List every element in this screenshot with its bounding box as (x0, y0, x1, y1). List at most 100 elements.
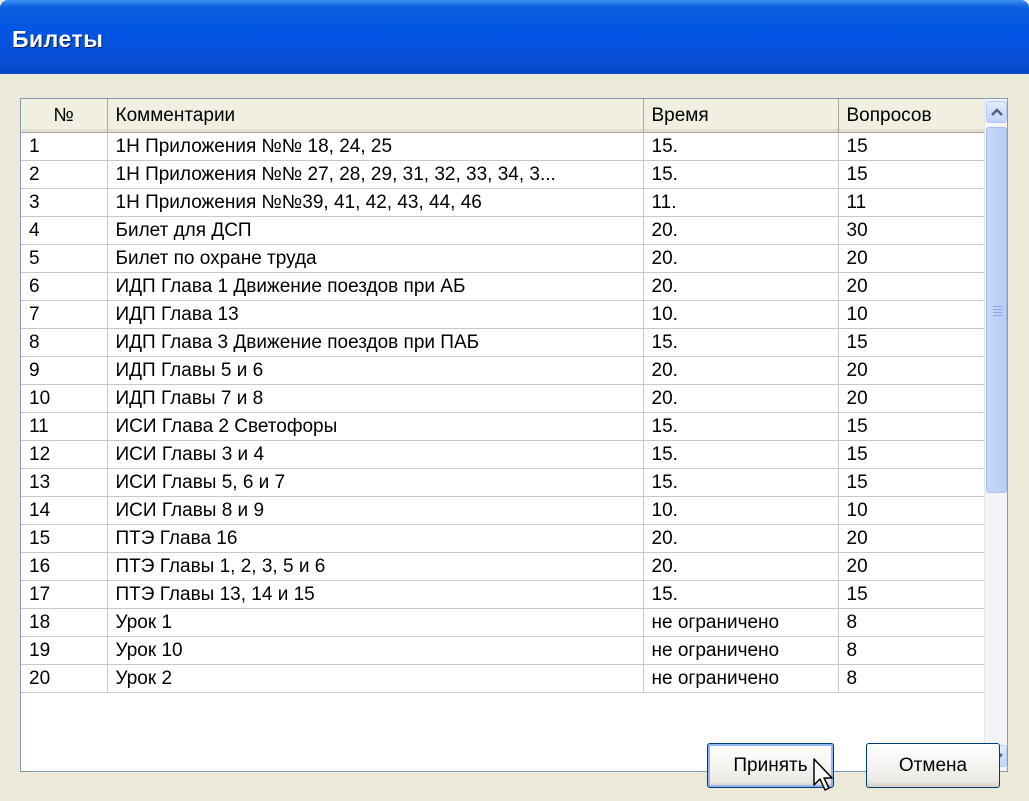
cell-comment: ПТЭ Главы 13, 14 и 15 (106, 580, 644, 609)
table-row[interactable]: 1 1Н Приложения №№ 18, 24, 25 15. 15 (21, 132, 985, 161)
cell-number: 4 (21, 216, 108, 245)
cell-questions: 15 (837, 440, 985, 469)
tickets-dialog: Билеты № Комментарии Время Вопросов 1 1Н … (0, 0, 1029, 801)
cell-number: 6 (21, 272, 108, 301)
cell-time: 10. (642, 300, 839, 329)
tickets-table: № Комментарии Время Вопросов 1 1Н Приложе… (21, 99, 985, 693)
table-row[interactable]: 8 ИДП Глава 3 Движение поездов при ПАБ 15.… (21, 328, 985, 357)
table-row[interactable]: 7 ИДП Глава 13 10. 10 (21, 300, 985, 329)
cell-number: 11 (21, 412, 108, 441)
column-header-comments[interactable]: Комментарии (107, 99, 644, 133)
table-row[interactable]: 18 Урок 1 не ограничено 8 (21, 608, 985, 637)
cell-comment: ИДП Глава 13 (106, 300, 644, 329)
table-row[interactable]: 5 Билет по охране труда 20. 20 (21, 244, 985, 273)
cell-number: 13 (21, 468, 108, 497)
title-bar[interactable]: Билеты (0, 0, 1029, 74)
scroll-thumb[interactable] (986, 127, 1007, 493)
cell-questions: 20 (837, 552, 985, 581)
cell-number: 10 (21, 384, 108, 413)
cell-number: 12 (21, 440, 108, 469)
table-row[interactable]: 10 ИДП Главы 7 и 8 20. 20 (21, 384, 985, 413)
cell-number: 7 (21, 300, 108, 329)
cell-questions: 10 (837, 300, 985, 329)
chevron-up-icon (991, 108, 1003, 116)
thumb-grip-line (993, 306, 1002, 307)
cell-time: 15. (642, 132, 839, 161)
table-row[interactable]: 12 ИСИ Главы 3 и 4 15. 15 (21, 440, 985, 469)
cell-comment: Билет для ДСП (106, 216, 644, 245)
cell-comment: Урок 1 (106, 608, 644, 637)
cell-comment: Урок 2 (106, 664, 644, 693)
cell-number: 18 (21, 608, 108, 637)
cell-comment: ИСИ Главы 8 и 9 (106, 496, 644, 525)
cell-questions: 15 (837, 160, 985, 189)
cell-time: 15. (642, 328, 839, 357)
cell-time: 20. (642, 272, 839, 301)
cell-questions: 8 (837, 636, 985, 665)
cell-number: 9 (21, 356, 108, 385)
cell-questions: 15 (837, 580, 985, 609)
mouse-pointer-icon (813, 758, 833, 791)
column-header-questions[interactable]: Вопросов (838, 99, 985, 133)
cell-number: 17 (21, 580, 108, 609)
cell-questions: 30 (837, 216, 985, 245)
cell-time: не ограничено (642, 636, 839, 665)
vertical-scrollbar[interactable] (984, 99, 1007, 771)
thumb-grip-line (993, 315, 1002, 316)
cancel-button[interactable]: Отмена (866, 743, 1000, 788)
cell-comment: 1Н Приложения №№ 18, 24, 25 (106, 132, 644, 161)
thumb-grip-line (993, 309, 1002, 310)
cell-comment: ИДП Главы 7 и 8 (106, 384, 644, 413)
table-row[interactable]: 2 1Н Приложения №№ 27, 28, 29, 31, 32, 33… (21, 160, 985, 189)
cell-comment: Урок 10 (106, 636, 644, 665)
column-header-number[interactable]: № (21, 99, 108, 133)
cell-time: 20. (642, 244, 839, 273)
table-row[interactable]: 17 ПТЭ Главы 13, 14 и 15 15. 15 (21, 580, 985, 609)
column-header-time[interactable]: Время (643, 99, 839, 133)
cell-time: 15. (642, 412, 839, 441)
cell-number: 2 (21, 160, 108, 189)
scroll-up-button[interactable] (986, 101, 1007, 123)
table-row[interactable]: 11 ИСИ Глава 2 Светофоры 15. 15 (21, 412, 985, 441)
window-title: Билеты (12, 26, 104, 52)
cell-comment: 1Н Приложения №№ 27, 28, 29, 31, 32, 33,… (106, 160, 644, 189)
table-row[interactable]: 15 ПТЭ Глава 16 20. 20 (21, 524, 985, 553)
cell-number: 14 (21, 496, 108, 525)
table-row[interactable]: 3 1Н Приложения №№39, 41, 42, 43, 44, 46 1… (21, 188, 985, 217)
cell-number: 19 (21, 636, 108, 665)
tickets-table-container: № Комментарии Время Вопросов 1 1Н Приложе… (20, 98, 1008, 772)
cell-questions: 10 (837, 496, 985, 525)
cell-time: 20. (642, 524, 839, 553)
table-row[interactable]: 6 ИДП Глава 1 Движение поездов при АБ 20. 2… (21, 272, 985, 301)
table-body: 1 1Н Приложения №№ 18, 24, 25 15. 15 2 1Н При… (21, 132, 985, 693)
cell-questions: 15 (837, 328, 985, 357)
cell-questions: 20 (837, 524, 985, 553)
table-row[interactable]: 16 ПТЭ Главы 1, 2, 3, 5 и 6 20. 20 (21, 552, 985, 581)
table-row[interactable]: 13 ИСИ Главы 5, 6 и 7 15. 15 (21, 468, 985, 497)
table-row[interactable]: 9 ИДП Главы 5 и 6 20. 20 (21, 356, 985, 385)
cell-time: 15. (642, 468, 839, 497)
cell-time: 20. (642, 356, 839, 385)
cell-comment: ИСИ Глава 2 Светофоры (106, 412, 644, 441)
cell-comment: Билет по охране труда (106, 244, 644, 273)
table-row[interactable]: 19 Урок 10 не ограничено 8 (21, 636, 985, 665)
table-row[interactable]: 14 ИСИ Главы 8 и 9 10. 10 (21, 496, 985, 525)
cell-questions: 20 (837, 244, 985, 273)
cell-questions: 20 (837, 356, 985, 385)
cell-time: 20. (642, 552, 839, 581)
table-row[interactable]: 4 Билет для ДСП 20. 30 (21, 216, 985, 245)
cell-comment: ПТЭ Глава 16 (106, 524, 644, 553)
cell-questions: 15 (837, 132, 985, 161)
cell-comment: ПТЭ Главы 1, 2, 3, 5 и 6 (106, 552, 644, 581)
thumb-grip-line (993, 312, 1002, 313)
cell-comment: ИДП Глава 1 Движение поездов при АБ (106, 272, 644, 301)
cell-time: 20. (642, 384, 839, 413)
cell-time: 10. (642, 496, 839, 525)
cell-number: 20 (21, 664, 108, 693)
cell-number: 5 (21, 244, 108, 273)
cell-number: 16 (21, 552, 108, 581)
table-row[interactable]: 20 Урок 2 не ограничено 8 (21, 664, 985, 693)
cell-questions: 20 (837, 384, 985, 413)
table-header-row: № Комментарии Время Вопросов (21, 99, 985, 133)
cell-questions: 15 (837, 412, 985, 441)
